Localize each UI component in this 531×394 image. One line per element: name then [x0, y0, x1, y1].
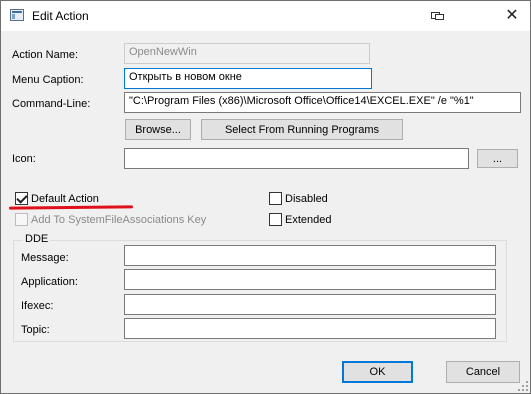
extended-label[interactable]: Extended: [285, 214, 331, 226]
dde-message-label: Message:: [21, 252, 69, 264]
close-icon: ✕: [505, 7, 519, 24]
disabled-checkbox[interactable]: [269, 192, 282, 205]
default-action-checkbox[interactable]: [15, 192, 28, 205]
dde-topic-input[interactable]: [124, 318, 496, 339]
disabled-label[interactable]: Disabled: [285, 193, 328, 205]
edit-action-dialog: Edit Action ✕ Action Name: OpenNewWin Me…: [0, 0, 531, 394]
annotation-underline: [8, 205, 134, 210]
icon-browse-button[interactable]: ...: [477, 149, 518, 168]
action-name-label: Action Name:: [12, 49, 79, 61]
checkmark-icon: [16, 192, 28, 204]
restore-icon: [431, 11, 445, 21]
icon-label: Icon:: [12, 153, 36, 165]
dde-ifexec-input[interactable]: [124, 294, 496, 315]
ok-button[interactable]: OK: [342, 361, 413, 383]
dde-topic-label: Topic:: [21, 324, 50, 336]
command-line-label: Command-Line:: [12, 98, 91, 110]
app-window-icon: [10, 9, 24, 21]
dde-application-label: Application:: [21, 276, 78, 288]
dde-group-title: DDE: [23, 233, 51, 245]
close-button[interactable]: ✕: [501, 7, 523, 25]
extended-checkbox[interactable]: [269, 213, 282, 226]
restore-button[interactable]: [427, 7, 449, 25]
dde-ifexec-label: Ifexec:: [21, 300, 54, 312]
add-sfa-checkbox: [15, 213, 28, 226]
action-name-field: OpenNewWin: [124, 43, 370, 64]
default-action-label[interactable]: Default Action: [31, 193, 99, 205]
icon-input[interactable]: [124, 148, 469, 169]
title-bar[interactable]: Edit Action ✕: [1, 1, 530, 31]
add-sfa-label: Add To SystemFileAssociations Key: [31, 214, 207, 226]
window-title: Edit Action: [32, 9, 89, 23]
cancel-button[interactable]: Cancel: [446, 361, 520, 383]
menu-caption-label: Menu Caption:: [12, 74, 84, 86]
dde-application-input[interactable]: [124, 269, 496, 290]
command-line-input[interactable]: "C:\Program Files (x86)\Microsoft Office…: [124, 92, 521, 113]
dde-message-input[interactable]: [124, 245, 496, 266]
menu-caption-input[interactable]: Открыть в новом окне: [124, 68, 372, 89]
resize-grip-icon[interactable]: [518, 381, 528, 391]
select-running-programs-button[interactable]: Select From Running Programs: [201, 119, 403, 140]
browse-button[interactable]: Browse...: [125, 119, 191, 140]
